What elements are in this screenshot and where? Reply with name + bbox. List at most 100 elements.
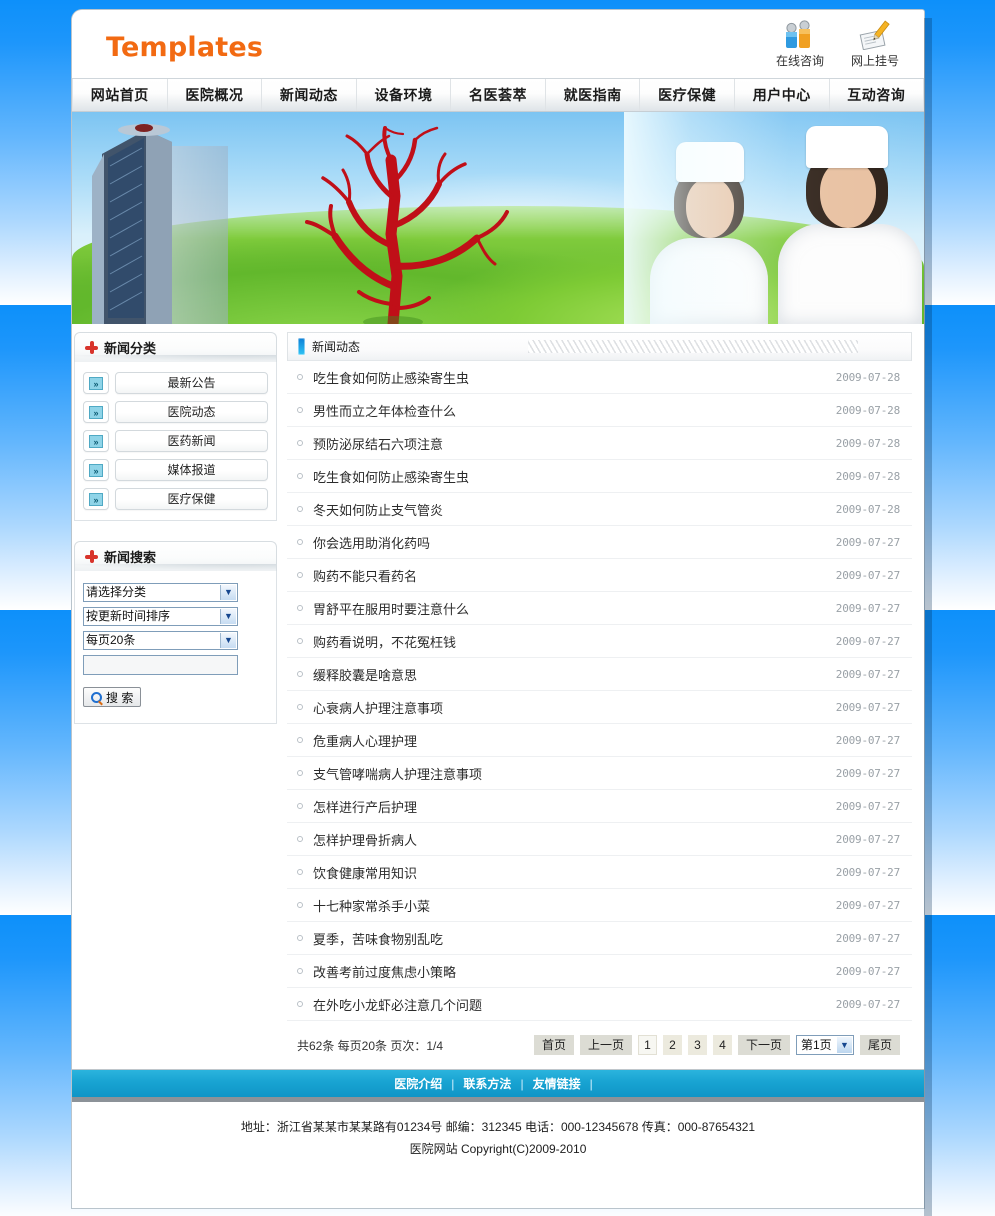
list-item[interactable]: 夏季，苦味食物别乱吃 2009-07-27 [287, 922, 912, 955]
news-title[interactable]: 十七种家常杀手小菜 [313, 896, 836, 915]
news-title[interactable]: 购药不能只看药名 [313, 566, 836, 585]
list-item[interactable]: 缓释胶囊是啥意思 2009-07-27 [287, 658, 912, 691]
category-link-latest-notice[interactable]: 最新公告 [115, 372, 268, 394]
news-title[interactable]: 夏季，苦味食物别乱吃 [313, 929, 836, 948]
news-date: 2009-07-28 [835, 403, 900, 417]
list-item[interactable]: » 医院动态 [83, 401, 268, 423]
news-title[interactable]: 改善考前过度焦虑小策略 [313, 962, 836, 981]
search-button[interactable]: 搜 索 [83, 687, 142, 707]
nav-item-healthcare[interactable]: 医疗保健 [640, 79, 735, 111]
search-sort-select[interactable]: 按更新时间排序 ▼ [83, 607, 238, 626]
news-date: 2009-07-27 [835, 898, 900, 912]
list-item[interactable]: 胃舒平在服用时要注意什么 2009-07-27 [287, 592, 912, 625]
news-title[interactable]: 怎样进行产后护理 [313, 797, 836, 816]
list-item[interactable]: 吃生食如何防止感染寄生虫 2009-07-28 [287, 361, 912, 394]
footer-link-intro[interactable]: 医院介绍 [394, 1075, 442, 1092]
news-category-panel-header: 新闻分类 [74, 332, 277, 363]
news-title[interactable]: 饮食健康常用知识 [313, 863, 836, 882]
news-title[interactable]: 胃舒平在服用时要注意什么 [313, 599, 836, 618]
category-link-healthcare[interactable]: 医疗保健 [115, 488, 268, 510]
list-item[interactable]: 改善考前过度焦虑小策略 2009-07-27 [287, 955, 912, 988]
pagination-next[interactable]: 下一页 [737, 1035, 790, 1055]
list-item[interactable]: 十七种家常杀手小菜 2009-07-27 [287, 889, 912, 922]
list-item[interactable]: » 媒体报道 [83, 459, 268, 481]
pagination-page-3[interactable]: 3 [687, 1035, 707, 1055]
footer-link-contact[interactable]: 联系方法 [463, 1075, 511, 1092]
pagination-page-1[interactable]: 1 [637, 1035, 657, 1055]
nav-item-equipment[interactable]: 设备环境 [357, 79, 452, 111]
news-date: 2009-07-27 [835, 568, 900, 582]
online-consult-label: 在线咨询 [775, 54, 824, 68]
list-item[interactable]: 购药不能只看药名 2009-07-27 [287, 559, 912, 592]
news-title[interactable]: 吃生食如何防止感染寄生虫 [313, 467, 836, 486]
online-consult-link[interactable]: 在线咨询 [769, 20, 831, 69]
news-title[interactable]: 吃生食如何防止感染寄生虫 [313, 368, 836, 387]
nav-item-interactive[interactable]: 互动咨询 [830, 79, 924, 111]
list-item[interactable]: » 最新公告 [83, 372, 268, 394]
search-keyword-input[interactable] [83, 655, 238, 675]
list-item[interactable]: 冬天如何防止支气管炎 2009-07-28 [287, 493, 912, 526]
pagination-last[interactable]: 尾页 [859, 1035, 900, 1055]
news-title[interactable]: 冬天如何防止支气管炎 [313, 500, 836, 519]
news-title[interactable]: 在外吃小龙虾必注意几个问题 [313, 995, 836, 1014]
list-item[interactable]: 怎样护理骨折病人 2009-07-27 [287, 823, 912, 856]
list-item[interactable]: » 医药新闻 [83, 430, 268, 452]
list-item[interactable]: 心衰病人护理注意事项 2009-07-27 [287, 691, 912, 724]
list-item[interactable]: 预防泌尿结石六项注意 2009-07-28 [287, 427, 912, 460]
pagination-jump-select[interactable]: 第1页 ▼ [795, 1035, 854, 1055]
chevron-down-icon: ▼ [220, 585, 236, 600]
bullet-icon [297, 968, 303, 974]
category-link-medicine-news[interactable]: 医药新闻 [115, 430, 268, 452]
online-register-link[interactable]: 网上挂号 [844, 20, 906, 69]
news-title[interactable]: 危重病人心理护理 [313, 731, 836, 750]
list-item[interactable]: 在外吃小龙虾必注意几个问题 2009-07-27 [287, 988, 912, 1021]
list-item[interactable]: 饮食健康常用知识 2009-07-27 [287, 856, 912, 889]
list-item[interactable]: » 医疗保健 [83, 488, 268, 510]
category-link-hospital-news[interactable]: 医院动态 [115, 401, 268, 423]
nav-item-news[interactable]: 新闻动态 [262, 79, 357, 111]
news-title[interactable]: 预防泌尿结石六项注意 [313, 434, 836, 453]
footer-address: 地址：浙江省某某市某某路有01234号 邮编：312345 电话：000-123… [240, 1120, 756, 1134]
pagination-controls: 首页 上一页 1 2 3 4 下一页 第1页 ▼ 尾页 [533, 1035, 900, 1055]
chevron-down-icon: ▼ [220, 609, 236, 624]
nav-item-doctors[interactable]: 名医荟萃 [451, 79, 546, 111]
bullet-icon [297, 638, 303, 644]
news-panel: 新闻动态 [287, 332, 912, 361]
list-item[interactable]: 吃生食如何防止感染寄生虫 2009-07-28 [287, 460, 912, 493]
list-item[interactable]: 你会选用助消化药吗 2009-07-27 [287, 526, 912, 559]
list-item[interactable]: 购药看说明，不花冤枉钱 2009-07-27 [287, 625, 912, 658]
nav-item-guide[interactable]: 就医指南 [546, 79, 641, 111]
news-date: 2009-07-27 [835, 733, 900, 747]
nav-item-home[interactable]: 网站首页 [72, 79, 168, 111]
pagination-page-4[interactable]: 4 [712, 1035, 732, 1055]
list-item[interactable]: 怎样进行产后护理 2009-07-27 [287, 790, 912, 823]
nav-item-usercenter[interactable]: 用户中心 [735, 79, 830, 111]
news-date: 2009-07-27 [835, 634, 900, 648]
footer-link-friends[interactable]: 友情链接 [533, 1075, 581, 1092]
category-link-media-report[interactable]: 媒体报道 [115, 459, 268, 481]
pagination-first[interactable]: 首页 [533, 1035, 574, 1055]
page-container: Templates 在线咨询 网上挂号 网站首页 医院概况 新闻动态 设备环境 … [72, 10, 924, 1208]
news-title[interactable]: 购药看说明，不花冤枉钱 [313, 632, 836, 651]
bullet-icon [297, 440, 303, 446]
pagination-prev[interactable]: 上一页 [579, 1035, 632, 1055]
pagination-page-2[interactable]: 2 [662, 1035, 682, 1055]
list-item[interactable]: 危重病人心理护理 2009-07-27 [287, 724, 912, 757]
news-date: 2009-07-27 [835, 931, 900, 945]
nav-item-about[interactable]: 医院概况 [168, 79, 263, 111]
bullet-icon [297, 1001, 303, 1007]
bullet-icon [297, 704, 303, 710]
arrows-icon: » [83, 401, 109, 423]
news-title[interactable]: 缓释胶囊是啥意思 [313, 665, 836, 684]
news-title[interactable]: 心衰病人护理注意事项 [313, 698, 836, 717]
news-title[interactable]: 怎样护理骨折病人 [313, 830, 836, 849]
news-title[interactable]: 男性而立之年体检查什么 [313, 401, 836, 420]
search-category-select[interactable]: 请选择分类 ▼ [83, 583, 238, 602]
bullet-icon [297, 374, 303, 380]
banner-red-tree [287, 126, 537, 324]
search-perpage-select[interactable]: 每页20条 ▼ [83, 631, 238, 650]
list-item[interactable]: 男性而立之年体检查什么 2009-07-28 [287, 394, 912, 427]
list-item[interactable]: 支气管哮喘病人护理注意事项 2009-07-27 [287, 757, 912, 790]
news-title[interactable]: 你会选用助消化药吗 [313, 533, 836, 552]
news-title[interactable]: 支气管哮喘病人护理注意事项 [313, 764, 836, 783]
